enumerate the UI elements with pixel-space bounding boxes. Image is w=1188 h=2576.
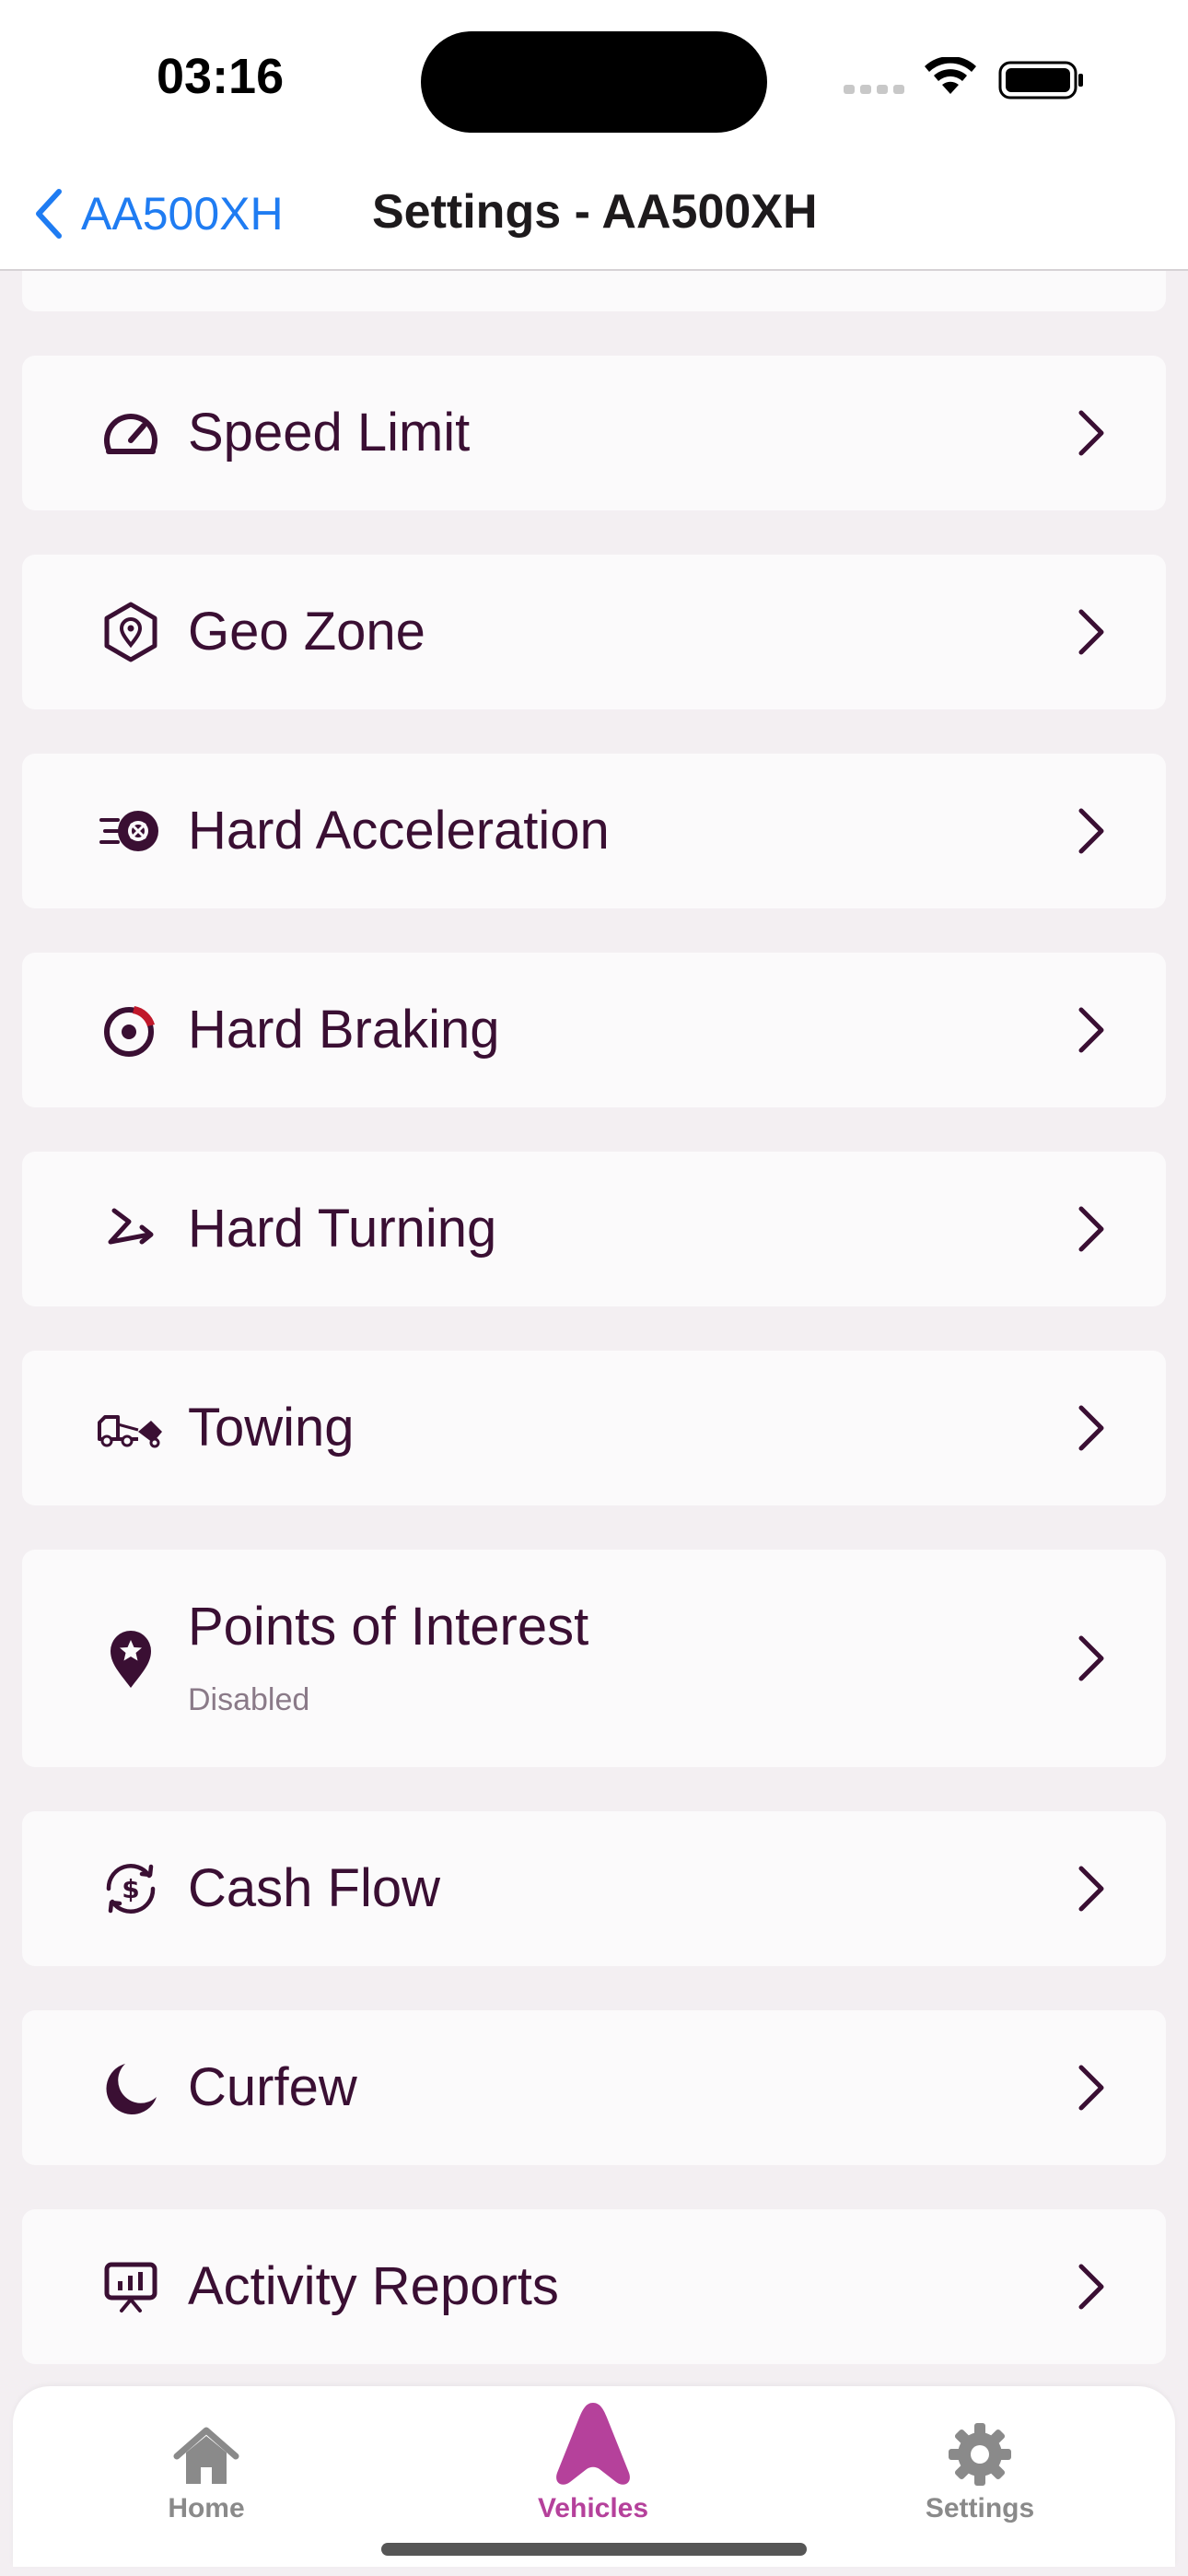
home-icon (173, 2427, 239, 2484)
list-item-label: Cash Flow (188, 1858, 440, 1918)
presentation-chart-icon (87, 2242, 175, 2331)
acceleration-icon (87, 787, 175, 875)
list-item-label: Hard Acceleration (188, 801, 610, 861)
battery-icon (998, 61, 1083, 100)
list-item-hard-acceleration[interactable]: Hard Acceleration (22, 754, 1166, 908)
chevron-right-icon (1078, 808, 1104, 854)
list-item-label: Geo Zone (188, 602, 425, 662)
chevron-right-icon (1078, 1206, 1104, 1252)
list-item-points-of-interest[interactable]: Points of Interest Disabled (22, 1550, 1166, 1767)
list-item-status: Disabled (188, 1682, 310, 1717)
dynamic-island (421, 31, 767, 133)
list-item-label: Points of Interest (188, 1597, 589, 1657)
tab-bar: Home Vehicles Settings (13, 2386, 1175, 2567)
status-time: 03:16 (157, 49, 285, 104)
list-item-geo-zone[interactable]: Geo Zone (22, 555, 1166, 709)
gear-icon (949, 2423, 1011, 2486)
chevron-right-icon (1078, 609, 1104, 655)
list-item-label: Curfew (188, 2057, 357, 2117)
chevron-right-icon (1078, 2065, 1104, 2111)
tow-truck-icon (87, 1384, 175, 1472)
tab-label: Vehicles (537, 2493, 649, 2523)
list-item-partial[interactable] (22, 271, 1166, 311)
list-item-towing[interactable]: Towing (22, 1351, 1166, 1505)
list-item-speed-limit[interactable]: Speed Limit (22, 356, 1166, 510)
geo-zone-icon (87, 588, 175, 676)
tab-label: Home (168, 2493, 245, 2523)
back-button-label: AA500XH (81, 188, 284, 240)
settings-list[interactable]: Speed Limit Geo Zone Hard Acceleration H… (0, 271, 1188, 2386)
page-title: Settings - AA500XH (372, 185, 818, 239)
tab-settings[interactable]: Settings (842, 2386, 1118, 2524)
cellular-signal-icon (844, 85, 904, 94)
chevron-right-icon (1078, 1007, 1104, 1053)
moon-icon (87, 2043, 175, 2132)
chevron-right-icon (1078, 2264, 1104, 2310)
chevron-right-icon (1078, 410, 1104, 456)
svg-text:$: $ (122, 1874, 139, 1904)
speedometer-icon (87, 389, 175, 477)
status-bar: 03:16 (0, 0, 1188, 157)
star-pin-icon (87, 1614, 175, 1703)
wifi-icon (925, 55, 976, 94)
list-item-label: Towing (188, 1398, 355, 1458)
home-indicator (381, 2543, 807, 2556)
chevron-right-icon (1078, 1635, 1104, 1681)
tab-label: Settings (925, 2493, 1035, 2523)
list-item-label: Speed Limit (188, 403, 471, 463)
list-item-label: Hard Braking (188, 1000, 500, 1060)
tab-vehicles[interactable]: Vehicles (455, 2386, 731, 2524)
chevron-right-icon (1078, 1866, 1104, 1912)
tab-home[interactable]: Home (68, 2386, 344, 2524)
nav-bar: AA500XH Settings - AA500XH (0, 157, 1188, 271)
list-item-cash-flow[interactable]: $ Cash Flow (22, 1811, 1166, 1966)
chevron-right-icon (1078, 1405, 1104, 1451)
chevron-left-icon (36, 189, 62, 239)
status-icons (838, 55, 1087, 103)
back-button[interactable]: AA500XH (31, 177, 284, 251)
list-item-activity-reports[interactable]: Activity Reports (22, 2209, 1166, 2364)
list-item-curfew[interactable]: Curfew (22, 2010, 1166, 2165)
list-item-label: Hard Turning (188, 1199, 497, 1259)
vehicles-logo-icon (556, 2403, 630, 2485)
list-item-hard-turning[interactable]: Hard Turning (22, 1152, 1166, 1306)
list-item-label: Activity Reports (188, 2256, 559, 2316)
list-item-hard-braking[interactable]: Hard Braking (22, 953, 1166, 1107)
cash-flow-icon: $ (87, 1844, 175, 1933)
turning-icon (87, 1185, 175, 1273)
brake-icon (87, 986, 175, 1074)
